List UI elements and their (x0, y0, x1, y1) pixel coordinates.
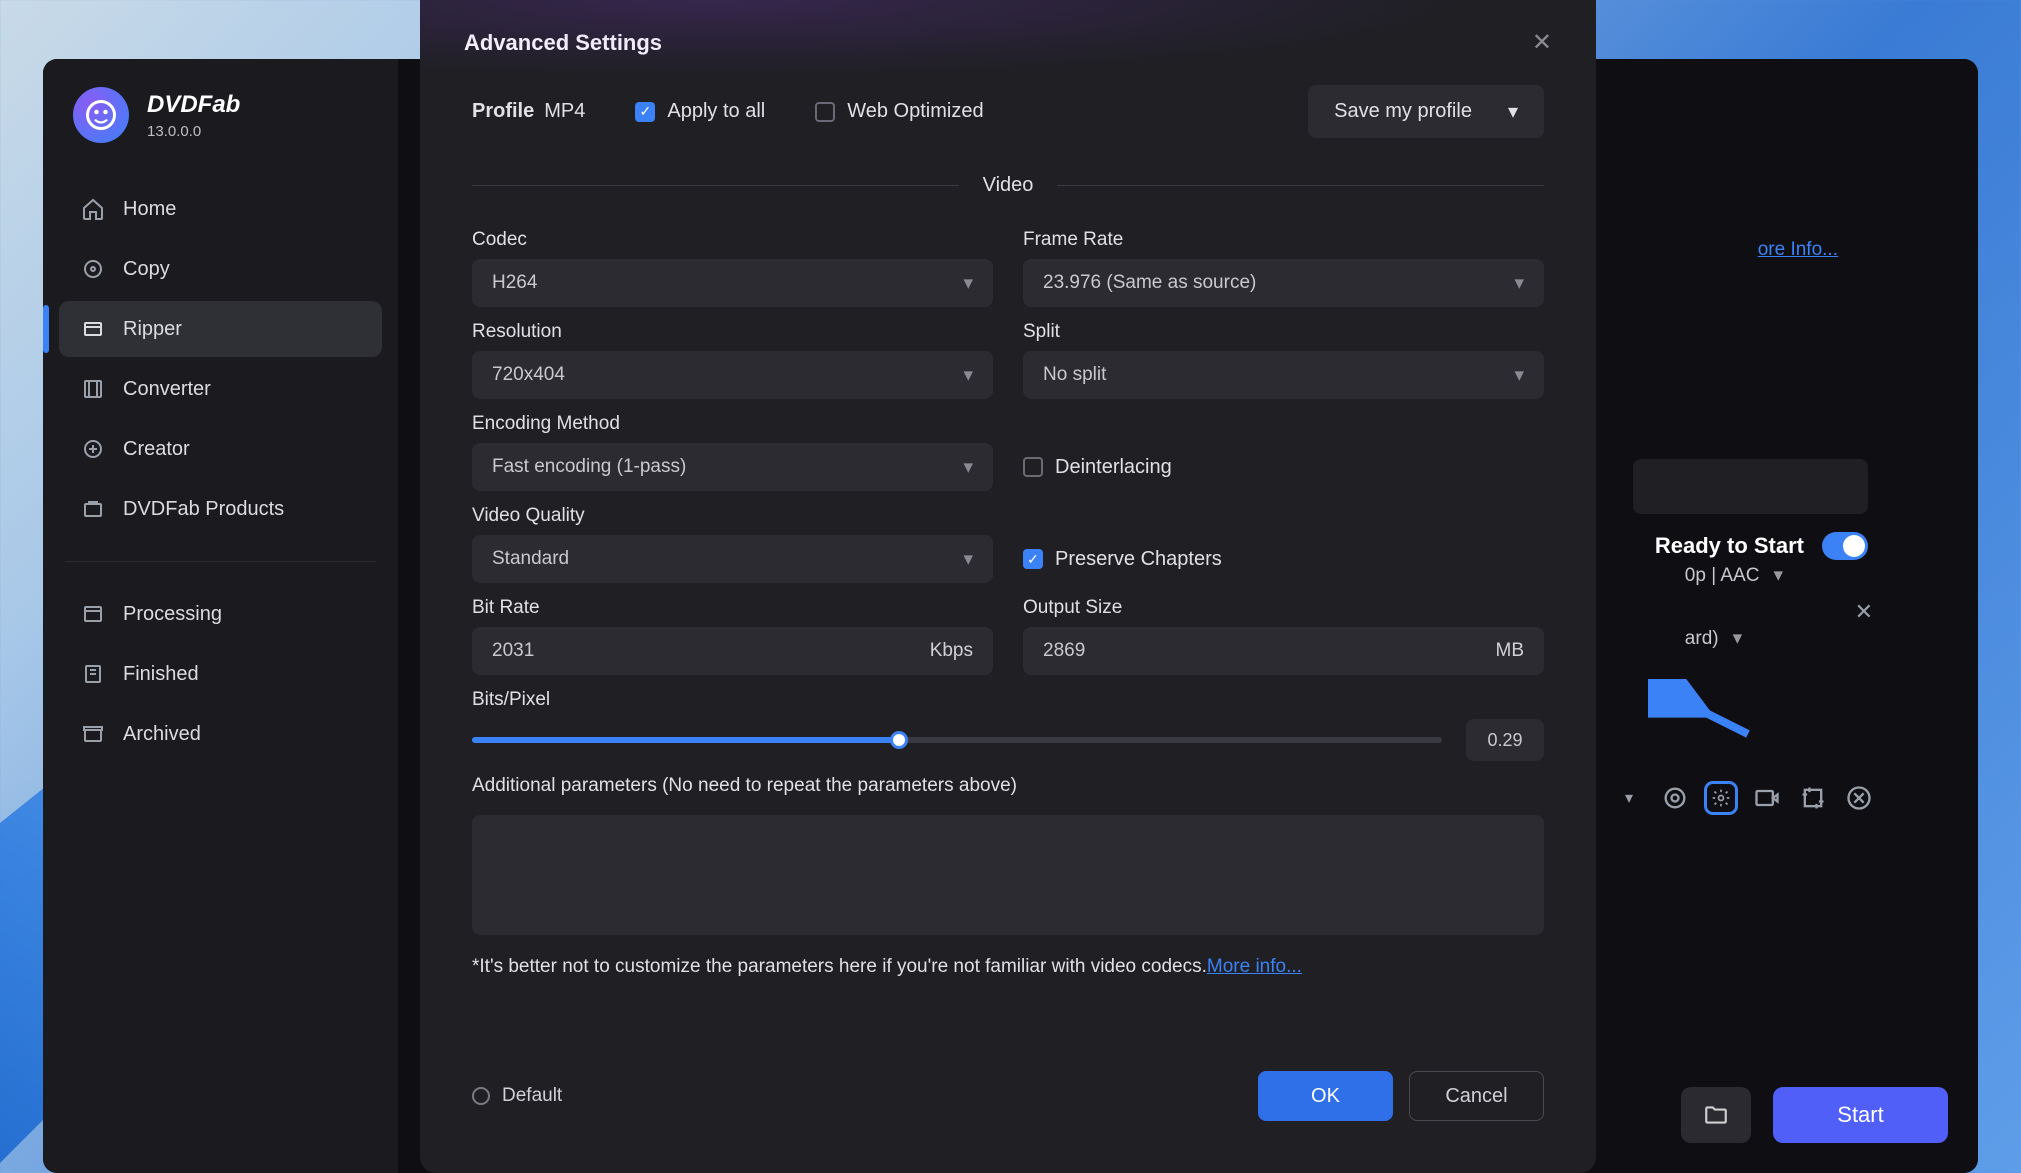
archived-icon (81, 722, 105, 746)
task-remove-icon[interactable]: ✕ (1855, 599, 1873, 625)
finished-icon (81, 662, 105, 686)
encoding-label: Encoding Method (472, 413, 993, 435)
split-select[interactable]: No split▾ (1023, 351, 1544, 399)
web-optimized-checkbox[interactable]: Web Optimized (815, 100, 983, 123)
video-section-header: Video (472, 174, 1544, 197)
copy-icon (81, 257, 105, 281)
default-radio[interactable]: Default (472, 1085, 562, 1107)
output-folder-button[interactable] (1681, 1087, 1751, 1143)
crop-icon[interactable] (1799, 784, 1827, 812)
preview-icon[interactable] (1661, 784, 1689, 812)
framerate-select[interactable]: 23.976 (Same as source)▾ (1023, 259, 1544, 307)
sidebar-item-archived[interactable]: Archived (59, 706, 382, 762)
sidebar-item-processing[interactable]: Processing (59, 586, 382, 642)
creator-icon (81, 437, 105, 461)
sidebar-item-ripper[interactable]: Ripper (59, 301, 382, 357)
app-logo-icon (73, 87, 129, 143)
modal-close-icon[interactable]: ✕ (1532, 28, 1552, 57)
sidebar-item-label: Finished (123, 663, 199, 686)
ok-button[interactable]: OK (1258, 1071, 1393, 1121)
bpp-label: Bits/Pixel (472, 689, 1544, 711)
resolution-label: Resolution (472, 321, 993, 343)
modal-title: Advanced Settings (464, 30, 662, 56)
outputsize-input[interactable]: MB (1023, 627, 1544, 675)
sidebar-item-products[interactable]: DVDFab Products (59, 481, 382, 537)
profile-label: ProfileMP4 (472, 100, 585, 123)
start-button[interactable]: Start (1773, 1087, 1948, 1143)
split-label: Split (1023, 321, 1544, 343)
converter-icon (81, 377, 105, 401)
brand-name: DVDFab (147, 91, 240, 119)
sidebar-item-label: Ripper (123, 318, 182, 341)
deinterlacing-checkbox[interactable]: Deinterlacing (1023, 456, 1172, 479)
input-box[interactable] (1633, 459, 1868, 514)
task-format-dropdown[interactable]: 0p | AAC▾ (1685, 564, 1783, 587)
sidebar-item-label: Home (123, 198, 176, 221)
resolution-select[interactable]: 720x404▾ (472, 351, 993, 399)
sidebar-item-label: Archived (123, 723, 201, 746)
sidebar-item-copy[interactable]: Copy (59, 241, 382, 297)
sidebar-item-label: DVDFab Products (123, 498, 284, 521)
additional-params-input[interactable] (472, 815, 1544, 935)
sidebar-item-converter[interactable]: Converter (59, 361, 382, 417)
sidebar-item-creator[interactable]: Creator (59, 421, 382, 477)
brand-version: 13.0.0.0 (147, 123, 240, 140)
home-icon (81, 197, 105, 221)
processing-icon (81, 602, 105, 626)
encoding-select[interactable]: Fast encoding (1-pass)▾ (472, 443, 993, 491)
quality-label: Video Quality (472, 505, 993, 527)
sidebar-item-finished[interactable]: Finished (59, 646, 382, 702)
sidebar-item-home[interactable]: Home (59, 181, 382, 237)
divider (65, 561, 376, 562)
video-edit-icon[interactable] (1753, 784, 1781, 812)
preserve-chapters-checkbox[interactable]: ✓Preserve Chapters (1023, 548, 1222, 571)
quality-select[interactable]: Standard▾ (472, 535, 993, 583)
bpp-slider[interactable] (472, 737, 1442, 743)
bitrate-label: Bit Rate (472, 597, 993, 619)
chevron-down-icon[interactable]: ▾ (1625, 788, 1633, 808)
more-info-link[interactable]: ore Info... (1758, 239, 1838, 261)
products-icon (81, 497, 105, 521)
bitrate-input[interactable]: Kbps (472, 627, 993, 675)
sidebar-item-label: Copy (123, 258, 170, 281)
ready-text: Ready to Start (1655, 533, 1804, 559)
outputsize-label: Output Size (1023, 597, 1544, 619)
remove-icon[interactable] (1845, 784, 1873, 812)
more-info-link[interactable]: More info... (1207, 956, 1302, 977)
arrow-annotation (1648, 679, 1768, 739)
sidebar-item-label: Creator (123, 438, 190, 461)
advanced-settings-modal: Advanced Settings ✕ ProfileMP4 ✓Apply to… (420, 0, 1596, 1173)
sidebar: DVDFab 13.0.0.0 Home Copy Ripper Convert… (43, 59, 398, 1173)
task-quality-dropdown[interactable]: ard)▾ (1685, 627, 1742, 650)
framerate-label: Frame Rate (1023, 229, 1544, 251)
advanced-settings-icon[interactable] (1707, 784, 1735, 812)
sidebar-item-label: Converter (123, 378, 211, 401)
ready-toggle[interactable] (1822, 532, 1868, 560)
brand: DVDFab 13.0.0.0 (43, 87, 398, 171)
additional-params-label: Additional parameters (No need to repeat… (472, 775, 1544, 797)
codec-select[interactable]: H264▾ (472, 259, 993, 307)
ready-status: Ready to Start (1655, 532, 1868, 560)
bpp-value: 0.29 (1466, 719, 1544, 761)
ripper-icon (81, 317, 105, 341)
params-hint: *It's better not to customize the parame… (472, 956, 1544, 978)
cancel-button[interactable]: Cancel (1409, 1071, 1544, 1121)
sidebar-item-label: Processing (123, 603, 222, 626)
apply-to-all-checkbox[interactable]: ✓Apply to all (635, 100, 765, 123)
save-profile-dropdown[interactable]: Save my profile▾ (1308, 85, 1544, 138)
codec-label: Codec (472, 229, 993, 251)
